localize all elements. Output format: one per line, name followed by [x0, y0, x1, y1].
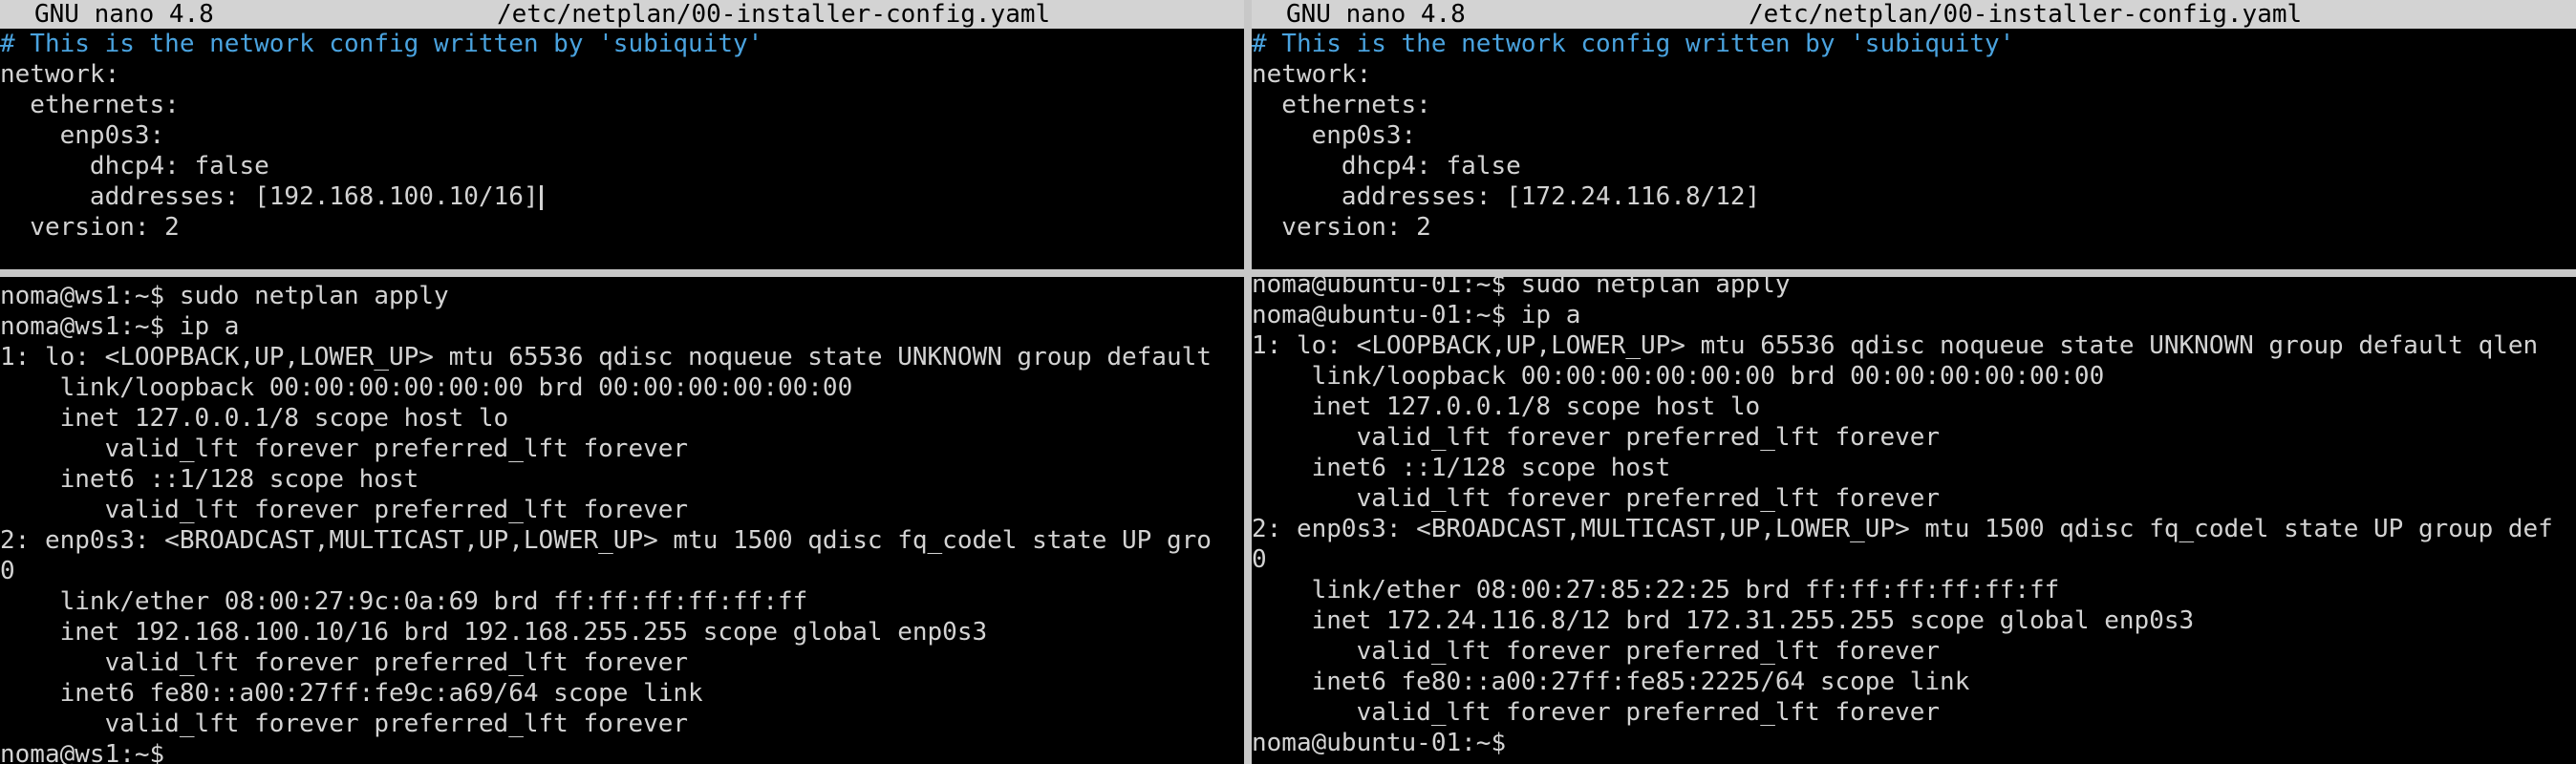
- terminal-output[interactable]: noma@ubuntu-01:~$ sudo netplan apply nom…: [1252, 277, 2576, 758]
- file-line[interactable]: version: 2: [1252, 212, 2576, 243]
- terminal-line: inet 127.0.0.1/8 scope host lo: [1252, 393, 1761, 421]
- nano-editor-pane-left[interactable]: GNU nano 4.8 /etc/netplan/00-installer-c…: [0, 0, 1244, 269]
- terminal-pane-right[interactable]: noma@ubuntu-01:~$ sudo netplan apply nom…: [1252, 277, 2576, 764]
- terminal-line: valid_lft forever preferred_lft forever: [1252, 423, 1941, 452]
- file-line[interactable]: addresses: [172.24.116.8/12]: [1252, 181, 2576, 212]
- file-line[interactable]: enp0s3:: [1252, 120, 2576, 151]
- terminal-line: link/loopback 00:00:00:00:00:00 brd 00:0…: [1252, 362, 2105, 391]
- pane-divider-horizontal[interactable]: [0, 269, 2576, 277]
- file-line[interactable]: network:: [1252, 59, 2576, 90]
- terminal-line: inet6 ::1/128 scope host: [1252, 454, 1671, 482]
- terminal-line: inet 172.24.116.8/12 brd 172.31.255.255 …: [1252, 606, 2195, 635]
- terminal-line: link/loopback 00:00:00:00:00:00 brd 00:0…: [0, 373, 853, 402]
- terminal-line: valid_lft forever preferred_lft forever: [0, 710, 689, 738]
- terminal-line: 1: lo: <LOOPBACK,UP,LOWER_UP> mtu 65536 …: [1252, 331, 2539, 360]
- nano-editor-pane-right[interactable]: GNU nano 4.8 /etc/netplan/00-installer-c…: [1252, 0, 2576, 269]
- file-line[interactable]: enp0s3:: [0, 120, 1244, 151]
- text-cursor: [539, 184, 543, 210]
- file-line-with-cursor[interactable]: addresses: [192.168.100.10/16]: [0, 181, 1244, 212]
- pane-divider-vertical[interactable]: [1244, 0, 1252, 764]
- file-line-text[interactable]: addresses: [192.168.100.10/16]: [0, 182, 539, 211]
- terminal-line: noma@ubuntu-01:~$ ip a: [1252, 301, 1581, 329]
- terminal-output[interactable]: noma@ws1:~$ sudo netplan apply noma@ws1:…: [0, 281, 1244, 764]
- file-line[interactable]: dhcp4: false: [0, 151, 1244, 181]
- terminal-line: 2: enp0s3: <BROADCAST,MULTICAST,UP,LOWER…: [0, 526, 1212, 555]
- terminal-line: valid_lft forever preferred_lft forever: [0, 496, 689, 524]
- terminal-line: valid_lft forever preferred_lft forever: [1252, 698, 1941, 727]
- nano-version-label: GNU nano 4.8: [34, 0, 214, 29]
- terminal-line: inet6 ::1/128 scope host: [0, 465, 419, 494]
- terminal-line: 0: [1252, 545, 1267, 574]
- terminal-line: noma@ws1:~$ ip a: [0, 312, 240, 341]
- tmux-window: GNU nano 4.8 /etc/netplan/00-installer-c…: [0, 0, 2576, 764]
- file-line[interactable]: ethernets:: [1252, 90, 2576, 120]
- terminal-line: valid_lft forever preferred_lft forever: [1252, 637, 1941, 666]
- terminal-prompt[interactable]: noma@ws1:~$: [0, 739, 1244, 764]
- terminal-line: noma@ws1:~$ sudo netplan apply: [0, 282, 449, 310]
- nano-file-path: /etc/netplan/00-installer-config.yaml: [497, 0, 1051, 29]
- terminal-line: inet6 fe80::a00:27ff:fe85:2225/64 scope …: [1252, 668, 1970, 696]
- nano-file-path: /etc/netplan/00-installer-config.yaml: [1749, 0, 2303, 29]
- file-line[interactable]: network:: [0, 59, 1244, 90]
- terminal-line: 2: enp0s3: <BROADCAST,MULTICAST,UP,LOWER…: [1252, 515, 2553, 543]
- file-line[interactable]: dhcp4: false: [1252, 151, 2576, 181]
- terminal-line: link/ether 08:00:27:9c:0a:69 brd ff:ff:f…: [0, 587, 808, 616]
- file-content[interactable]: # This is the network config written by …: [1252, 29, 2576, 243]
- file-line[interactable]: # This is the network config written by …: [1252, 29, 2576, 59]
- terminal-line: 1: lo: <LOOPBACK,UP,LOWER_UP> mtu 65536 …: [0, 343, 1212, 371]
- file-content[interactable]: # This is the network config written by …: [0, 29, 1244, 243]
- terminal-line: inet 192.168.100.10/16 brd 192.168.255.2…: [0, 618, 988, 647]
- terminal-line: valid_lft forever preferred_lft forever: [0, 648, 689, 677]
- terminal-pane-left[interactable]: noma@ws1:~$ sudo netplan apply noma@ws1:…: [0, 277, 1244, 764]
- terminal-line: link/ether 08:00:27:85:22:25 brd ff:ff:f…: [1252, 576, 2060, 605]
- terminal-line: inet6 fe80::a00:27ff:fe9c:a69/64 scope l…: [0, 679, 703, 708]
- file-line[interactable]: version: 2: [0, 212, 1244, 243]
- terminal-line: valid_lft forever preferred_lft forever: [1252, 484, 1941, 513]
- terminal-line: inet 127.0.0.1/8 scope host lo: [0, 404, 509, 433]
- terminal-prompt[interactable]: noma@ubuntu-01:~$: [1252, 728, 2576, 758]
- nano-titlebar: GNU nano 4.8 /etc/netplan/00-installer-c…: [1252, 0, 2576, 29]
- terminal-line: valid_lft forever preferred_lft forever: [0, 435, 689, 463]
- nano-version-label: GNU nano 4.8: [1286, 0, 1466, 29]
- file-line[interactable]: # This is the network config written by …: [0, 29, 1244, 59]
- terminal-line: noma@ubuntu-01:~$ sudo netplan apply: [1252, 277, 1791, 299]
- nano-titlebar: GNU nano 4.8 /etc/netplan/00-installer-c…: [0, 0, 1244, 29]
- file-line[interactable]: ethernets:: [0, 90, 1244, 120]
- terminal-line: 0: [0, 557, 15, 585]
